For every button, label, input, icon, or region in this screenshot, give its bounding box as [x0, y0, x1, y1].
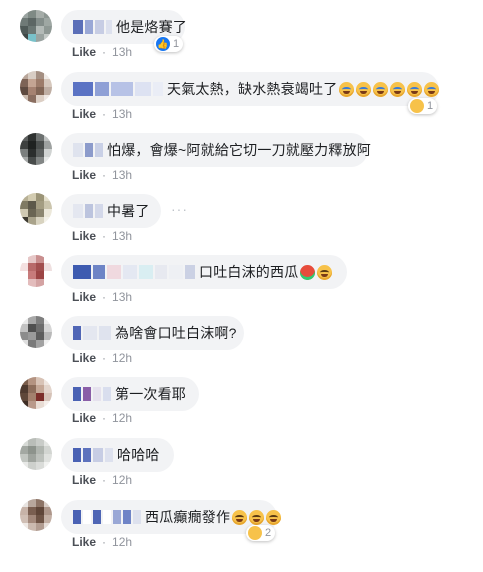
avatar[interactable] — [20, 71, 52, 103]
avatar[interactable] — [20, 499, 52, 531]
crying-face-icon — [356, 81, 372, 97]
avatar[interactable] — [20, 193, 52, 225]
avatar[interactable] — [20, 377, 52, 409]
timestamp[interactable]: 13h — [112, 290, 132, 304]
commenter-name-blurred[interactable] — [73, 447, 113, 463]
rofl-face-icon — [266, 509, 282, 525]
like-link[interactable]: Like — [72, 535, 96, 549]
comment-text: 口吐白沫的西瓜 — [199, 264, 299, 280]
comment-bubble: 第一次看耶 — [61, 377, 199, 411]
more-options-icon[interactable]: ··· — [171, 201, 188, 217]
commenter-name-blurred[interactable] — [73, 81, 163, 97]
comment-meta: Like · 12h — [72, 535, 133, 549]
crying-face-icon — [390, 81, 406, 97]
watermelon-icon — [300, 264, 316, 280]
comment-text: 中暑了 — [107, 203, 150, 219]
comment-meta: Like · 12h — [72, 473, 133, 487]
comment-bubble: 為啥會口吐白沫啊? — [61, 316, 244, 350]
rofl-face-icon — [249, 509, 265, 525]
crying-face-icon — [339, 81, 355, 97]
comment-meta: Like · 13h — [72, 107, 133, 121]
avatar[interactable] — [20, 133, 52, 165]
comment-text: 怕爆，會爆~阿就給它切一刀就壓力釋放阿 — [107, 142, 371, 158]
commenter-name-blurred[interactable] — [73, 142, 103, 158]
crying-face-icon — [373, 81, 389, 97]
comment-meta: Like · 13h — [72, 229, 133, 243]
comment-bubble: 天氣太熱，缺水熱衰竭吐了 — [61, 72, 440, 106]
timestamp[interactable]: 12h — [112, 473, 132, 487]
haha-icon — [248, 526, 262, 540]
like-link[interactable]: Like — [72, 229, 96, 243]
commenter-name-blurred[interactable] — [73, 386, 111, 402]
comment-meta: Like · 12h — [72, 351, 133, 365]
comment-text: 為啥會口吐白沫啊? — [115, 325, 237, 341]
crying-face-icon — [407, 81, 423, 97]
laughing-face-icon — [317, 264, 333, 280]
like-link[interactable]: Like — [72, 411, 96, 425]
timestamp[interactable]: 13h — [112, 229, 132, 243]
like-link[interactable]: Like — [72, 473, 96, 487]
avatar[interactable] — [20, 438, 52, 470]
like-link[interactable]: Like — [72, 290, 96, 304]
reaction-count[interactable]: 👍 1 — [154, 36, 184, 52]
reaction-count[interactable]: 2 — [246, 525, 276, 541]
avatar[interactable] — [20, 255, 52, 287]
comment-text: 天氣太熱，缺水熱衰竭吐了 — [167, 81, 338, 97]
commenter-name-blurred[interactable] — [73, 19, 112, 35]
rofl-face-icon — [232, 509, 248, 525]
comment-bubble: 怕爆，會爆~阿就給它切一刀就壓力釋放阿 — [61, 133, 371, 167]
comment-text: 第一次看耶 — [115, 386, 186, 402]
commenter-name-blurred[interactable] — [73, 203, 103, 219]
like-link[interactable]: Like — [72, 45, 96, 59]
timestamp[interactable]: 12h — [112, 535, 132, 549]
crying-face-icon — [424, 81, 440, 97]
comment-text: 他是烙賽了 — [116, 19, 187, 35]
comment-text: 西瓜癲癇發作 — [145, 509, 231, 525]
haha-icon — [410, 99, 424, 113]
comment-bubble: 中暑了 — [61, 194, 161, 228]
timestamp[interactable]: 13h — [112, 45, 132, 59]
comment-meta: Like · 12h — [72, 411, 133, 425]
comment-text: 哈哈哈 — [117, 447, 160, 463]
commenter-name-blurred[interactable] — [73, 325, 111, 341]
avatar[interactable] — [20, 10, 52, 42]
avatar[interactable] — [20, 316, 52, 348]
comment-meta: Like · 13h — [72, 290, 133, 304]
timestamp[interactable]: 13h — [112, 107, 132, 121]
comment-meta: Like · 13h — [72, 168, 133, 182]
commenter-name-blurred[interactable] — [73, 509, 141, 525]
comment-bubble: 哈哈哈 — [61, 438, 174, 472]
commenter-name-blurred[interactable] — [73, 264, 195, 280]
like-link[interactable]: Like — [72, 107, 96, 121]
comment-bubble: 西瓜癲癇發作 — [61, 500, 282, 534]
comment-bubble: 口吐白沫的西瓜 — [61, 255, 347, 289]
like-link[interactable]: Like — [72, 351, 96, 365]
reaction-count[interactable]: 1 — [408, 98, 438, 114]
timestamp[interactable]: 13h — [112, 168, 132, 182]
like-icon: 👍 — [156, 37, 170, 51]
timestamp[interactable]: 12h — [112, 351, 132, 365]
timestamp[interactable]: 12h — [112, 411, 132, 425]
like-link[interactable]: Like — [72, 168, 96, 182]
comment-meta: Like · 13h — [72, 45, 133, 59]
